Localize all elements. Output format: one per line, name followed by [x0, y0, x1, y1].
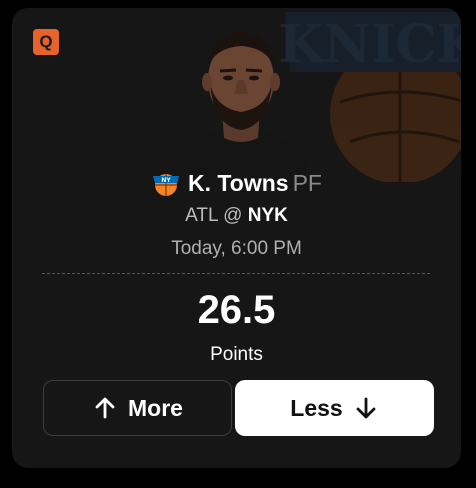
- projection-line-value: 26.5: [197, 288, 276, 332]
- player-headshot-image: [176, 32, 306, 176]
- quarter-badge: Q: [33, 29, 59, 55]
- game-matchup: ATL @ NYK: [12, 205, 461, 227]
- more-button[interactable]: More: [43, 380, 232, 436]
- divider: [42, 273, 430, 274]
- player-name-row: NY K. Towns PF: [12, 168, 461, 198]
- player-position: PF: [292, 169, 322, 196]
- less-button-label: Less: [290, 394, 343, 421]
- knicks-logo-icon: NY: [153, 174, 180, 196]
- away-team: ATL: [185, 205, 218, 226]
- matchup-separator: @: [223, 205, 243, 226]
- arrow-up-icon: [95, 397, 115, 419]
- less-button[interactable]: Less: [235, 380, 434, 436]
- svg-text:NY: NY: [161, 177, 171, 184]
- svg-text:KNICK: KNICK: [280, 14, 461, 75]
- player-name: K. Towns: [188, 169, 289, 196]
- team-logo-background-icon: KNICK: [280, 12, 461, 182]
- arrow-down-icon: [356, 397, 376, 419]
- stat-type-label: Points: [210, 344, 263, 365]
- home-team: NYK: [247, 205, 288, 226]
- game-time: Today, 6:00 PM: [171, 238, 302, 259]
- more-button-label: More: [128, 394, 183, 421]
- projection-card[interactable]: KNICK Q NY K. Towns PF ATL @ NYK Today, …: [12, 8, 461, 468]
